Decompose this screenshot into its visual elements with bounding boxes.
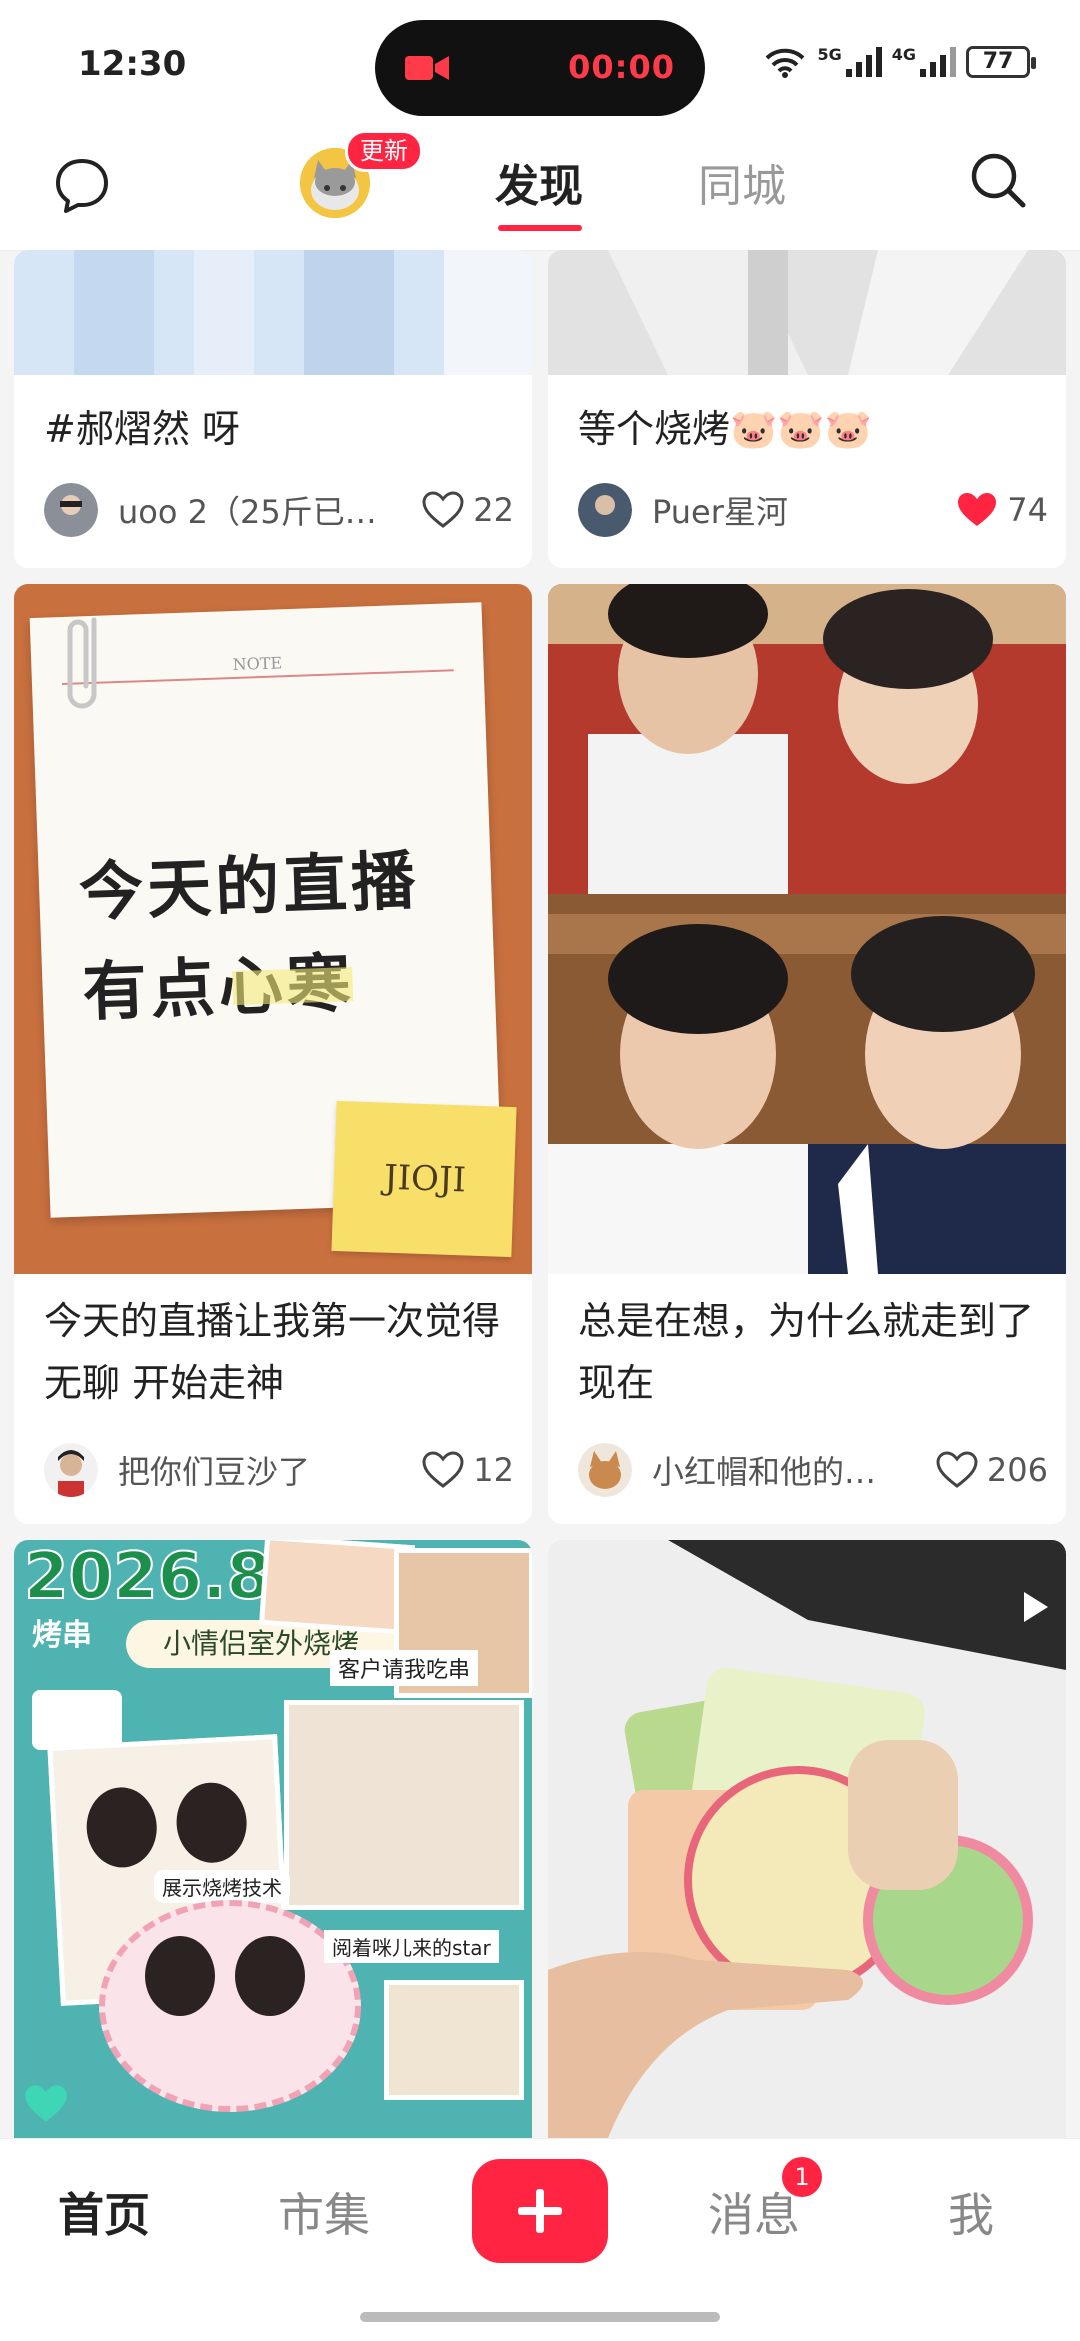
bottom-nav: 首页 市集 消息 1 我: [0, 2138, 1080, 2341]
like-button[interactable]: 206: [935, 1450, 1048, 1490]
status-bar: 12:30 00:00 5G 4G 77: [0, 0, 1080, 125]
card-title: 今天的直播让我第一次觉得无聊 开始走神: [44, 1299, 501, 1405]
nav-market[interactable]: 市集: [278, 2179, 370, 2245]
heart-filled-icon: [958, 493, 997, 526]
scrapbook-sub-caption: 展示烧烤技术: [154, 1870, 290, 1903]
battery-indicator: 77: [966, 46, 1036, 78]
card-meta: Puer星河 74: [578, 482, 1048, 538]
heart-outline-icon: [422, 491, 464, 528]
feed-card[interactable]: [548, 1540, 1066, 2138]
like-count: 22: [473, 491, 514, 529]
nav-home[interactable]: 首页: [58, 2179, 150, 2245]
photo-sticker: [284, 1700, 524, 1910]
recording-time: 00:00: [568, 48, 675, 86]
active-tab-indicator: [498, 225, 582, 231]
heart-outline-icon: [422, 1451, 464, 1488]
feed-card[interactable]: #郝熠然 呀 uoo 2（25斤已… 22: [14, 250, 532, 568]
update-badge: 更新: [345, 130, 423, 172]
highlight-mark: [232, 967, 354, 1006]
card-meta: 小红帽和他的… 206: [578, 1442, 1048, 1498]
feed-card[interactable]: 总是在想，为什么就走到了现在 小红帽和他的… 206: [548, 584, 1066, 1524]
search-icon[interactable]: [968, 150, 1028, 210]
signal-bars-icon: [920, 47, 956, 77]
message-badge: 1: [782, 2157, 822, 2197]
note-line-1: 今天的直播: [78, 844, 421, 931]
author-name[interactable]: Puer星河: [652, 487, 955, 533]
sticky-note: JIOJI: [331, 1100, 517, 1258]
tab-nearby[interactable]: 同城: [698, 150, 786, 214]
heart-sticker-icon: [25, 2085, 67, 2122]
grill-sticker: [32, 1690, 122, 1750]
feed-card[interactable]: 2026.8.4 烤串 小情侣室外烧烤 客户请我吃串 展示烧烤技术 阅着咪儿来的…: [14, 1540, 532, 2138]
scrapbook-sub-caption: 客户请我吃串: [330, 1650, 479, 1686]
video-play-icon: [1024, 1592, 1048, 1622]
status-time: 12:30: [78, 44, 187, 84]
sticky-note-text: JIOJI: [383, 1157, 467, 1201]
card-image: NOTE 今天的直播 有点心寒 JIOJI: [14, 584, 532, 1274]
photo-sticker: [99, 1900, 361, 2112]
author-name[interactable]: 小红帽和他的…: [652, 1447, 935, 1493]
card-image: [14, 250, 532, 375]
home-indicator[interactable]: [360, 2312, 720, 2322]
card-image: 2026.8.4 烤串 小情侣室外烧烤 客户请我吃串 展示烧烤技术 阅着咪儿来的…: [14, 1540, 532, 2138]
author-name[interactable]: 把你们豆沙了: [118, 1447, 421, 1493]
author-avatar[interactable]: [44, 1443, 98, 1497]
tab-discover[interactable]: 发现: [495, 150, 583, 214]
author-avatar[interactable]: [578, 483, 632, 537]
paperclip-icon: [67, 617, 97, 709]
signal-bars-icon: [845, 47, 882, 77]
chat-bubble-icon[interactable]: [52, 155, 112, 215]
card-meta: 把你们豆沙了 12: [44, 1442, 514, 1498]
create-post-button[interactable]: [472, 2159, 608, 2263]
author-avatar[interactable]: [44, 483, 98, 537]
like-count: 12: [473, 1451, 514, 1489]
author-avatar[interactable]: [578, 1443, 632, 1497]
signal-5g-label: 5G: [817, 44, 842, 64]
status-icons: 5G 4G 77: [763, 44, 1036, 78]
card-image: [548, 1540, 1066, 2138]
card-image: [548, 584, 1066, 1274]
card-title: 等个烧烤🐷🐷🐷: [578, 407, 872, 451]
feed-card[interactable]: 等个烧烤🐷🐷🐷 Puer星河 74: [548, 250, 1066, 568]
like-button[interactable]: 12: [421, 1450, 514, 1490]
feed-card[interactable]: NOTE 今天的直播 有点心寒 JIOJI 今天的直播让我第一次觉得无聊 开始走…: [14, 584, 532, 1524]
scrapbook-sub-caption: 阅着咪儿来的star: [324, 1930, 499, 1963]
video-camera-icon: [405, 56, 449, 80]
signal-4g-label: 4G: [891, 44, 916, 64]
heart-outline-icon: [936, 1451, 978, 1488]
card-meta: uoo 2（25斤已… 22: [44, 482, 514, 538]
like-count: 206: [986, 1451, 1048, 1489]
like-count: 74: [1007, 491, 1048, 529]
nav-me[interactable]: 我: [948, 2179, 994, 2245]
like-button[interactable]: 74: [955, 490, 1048, 530]
photo-sticker: [384, 1980, 524, 2100]
screen-recording-pill[interactable]: 00:00: [375, 20, 705, 116]
card-title: 总是在想，为什么就走到了现在: [578, 1299, 1035, 1405]
photo-sticker: [259, 1540, 415, 1636]
card-title: #郝熠然 呀: [44, 407, 240, 451]
scrapbook-tag: 烤串: [32, 1618, 92, 1653]
wifi-icon: [766, 48, 805, 78]
card-image: [548, 250, 1066, 375]
like-button[interactable]: 22: [421, 490, 514, 530]
author-name[interactable]: uoo 2（25斤已…: [118, 487, 421, 533]
